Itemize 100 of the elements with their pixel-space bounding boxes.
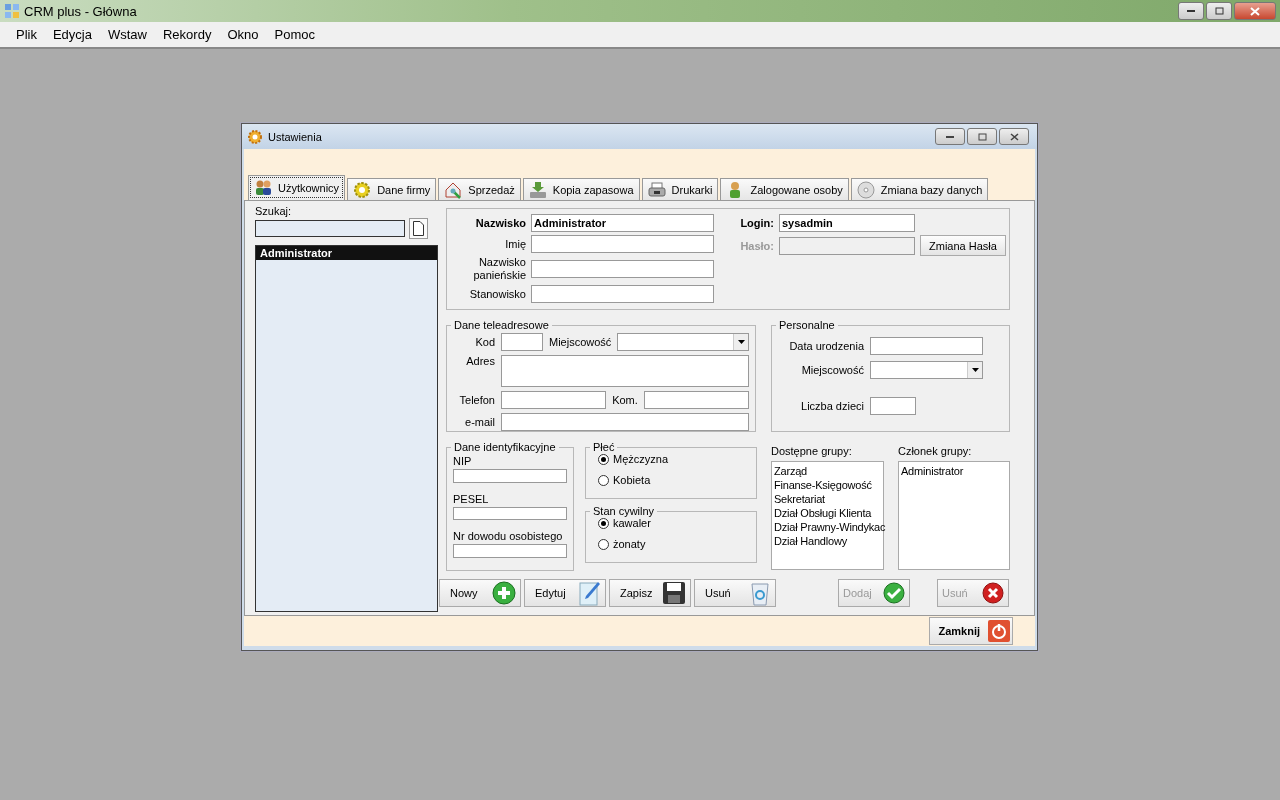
input-field[interactable] [870,337,983,355]
field-label: Nazwisko [474,216,526,230]
radio-label: Kobieta [613,474,651,486]
menu-item[interactable]: Wstaw [100,27,155,42]
radio-button[interactable] [598,517,609,529]
menu-item[interactable]: Edycja [44,27,100,42]
recycle-bin-icon [749,580,771,606]
minimize-icon [1187,10,1195,12]
restore-button[interactable] [1206,2,1232,20]
input-field[interactable]: sysadmin [779,214,915,232]
field-label: NIP [453,455,473,467]
input-field[interactable] [531,260,714,278]
field-label: Nazwisko panieńskie [472,256,526,282]
input-field[interactable] [453,506,567,521]
users-icon [254,179,272,197]
field-label: Miejscowość [549,336,612,348]
close-button[interactable]: Zamknij [929,617,1013,645]
action-button[interactable]: Edytuj [524,579,606,607]
group-list-item[interactable]: Administrator [901,464,1007,478]
field-label: Miejscowość [800,364,864,376]
app-logo-icon [4,3,20,19]
close-icon [1009,132,1019,141]
action-button[interactable]: Nowy [439,579,521,607]
input-field[interactable] [870,397,916,415]
radio-button[interactable] [598,474,609,486]
dropdown-field[interactable] [870,361,983,379]
radio-label: kawaler [613,517,651,529]
maximize-button[interactable] [967,128,997,145]
group-list-item[interactable]: Sekretariat [774,492,881,506]
check-icon [883,582,905,604]
new-document-button[interactable] [409,218,428,239]
input-field[interactable] [531,285,714,303]
group-list-item[interactable]: Zarząd [774,464,881,478]
tab[interactable]: Kopia zapasowa [522,178,640,200]
close-icon [1250,6,1260,16]
menu-item[interactable]: Okno [219,27,267,42]
menu-item[interactable]: Pomoc [266,27,323,42]
input-field[interactable] [501,413,749,431]
group-list-item[interactable]: Finanse-Księgowość [774,478,881,492]
close-button[interactable] [999,128,1029,145]
group-legend: Personalne [779,319,835,331]
input-field[interactable] [453,469,567,483]
field-label: PESEL [453,492,490,505]
search-field[interactable] [255,220,405,237]
input-field[interactable] [501,391,607,409]
close-button[interactable] [1234,2,1276,20]
user-list-item[interactable]: Administrator [256,246,437,260]
group-legend: Stan cywilny [593,505,655,517]
group-list-item[interactable]: Dział Obsługi Klienta [774,506,881,520]
group-list-item[interactable]: Dział Handlowy [774,534,881,548]
field-label: Telefon [458,394,495,406]
menu-item[interactable]: Plik [8,27,45,42]
window-title: CRM plus - Główna [24,3,137,19]
input-field[interactable] [643,391,749,409]
house-icon [444,180,463,199]
field-label: Hasło: [739,239,774,252]
radio-label: żonaty [613,538,646,550]
notepad-pencil-icon [579,580,601,606]
search-label: Szukaj: [255,205,293,217]
input-field[interactable]: Administrator [531,214,714,232]
tab[interactable]: Drukarki [641,178,719,200]
input-field[interactable] [531,235,714,253]
field-label: Nr dowodu osobistego [453,530,564,543]
tab[interactable]: Użytkownicy [248,175,346,200]
gear-icon [247,128,263,145]
minimize-button[interactable] [935,128,965,145]
caret-icon [737,340,745,344]
list-label: Dostępne grupy: [771,445,853,457]
radio-label: Mężczyzna [613,453,668,465]
field-label: Kod [474,336,495,348]
input-field[interactable] [501,333,543,351]
radio-button[interactable] [598,538,609,550]
dialog-title: Ustawienia [268,130,322,143]
change-password-button[interactable]: Zmiana Hasła [920,235,1006,256]
caret-icon [971,368,979,372]
tab[interactable]: Zalogowane osoby [720,178,849,200]
group-legend: Dane teleadresowe [454,319,549,331]
group-legend: Dane identyfikacyjne [454,441,556,453]
field-label: Data urodzenia [788,340,864,352]
printer-icon [647,180,666,199]
input-field[interactable] [453,544,567,558]
menu-item[interactable]: Rekordy [155,27,220,42]
minimize-icon [946,135,954,138]
group-legend: Płeć [593,441,615,453]
power-icon [988,620,1010,642]
field-label: Liczba dzieci [800,400,864,412]
radio-button[interactable] [598,453,609,465]
text-area[interactable] [501,355,749,387]
list-label: Członek grupy: [898,445,973,457]
remove-icon [982,582,1004,604]
tab[interactable]: Dane firmy [347,178,437,200]
plus-icon [492,581,516,605]
tab[interactable]: Sprzedaż [438,178,521,200]
minimize-button[interactable] [1178,2,1204,20]
field-label: Imię [504,237,526,251]
action-button[interactable]: Zapisz [609,579,691,607]
field-label: Adres [465,355,495,367]
dropdown-field[interactable] [617,333,749,351]
tab[interactable]: Zmiana bazy danych [850,178,989,200]
action-button[interactable]: Usuń [694,579,776,607]
